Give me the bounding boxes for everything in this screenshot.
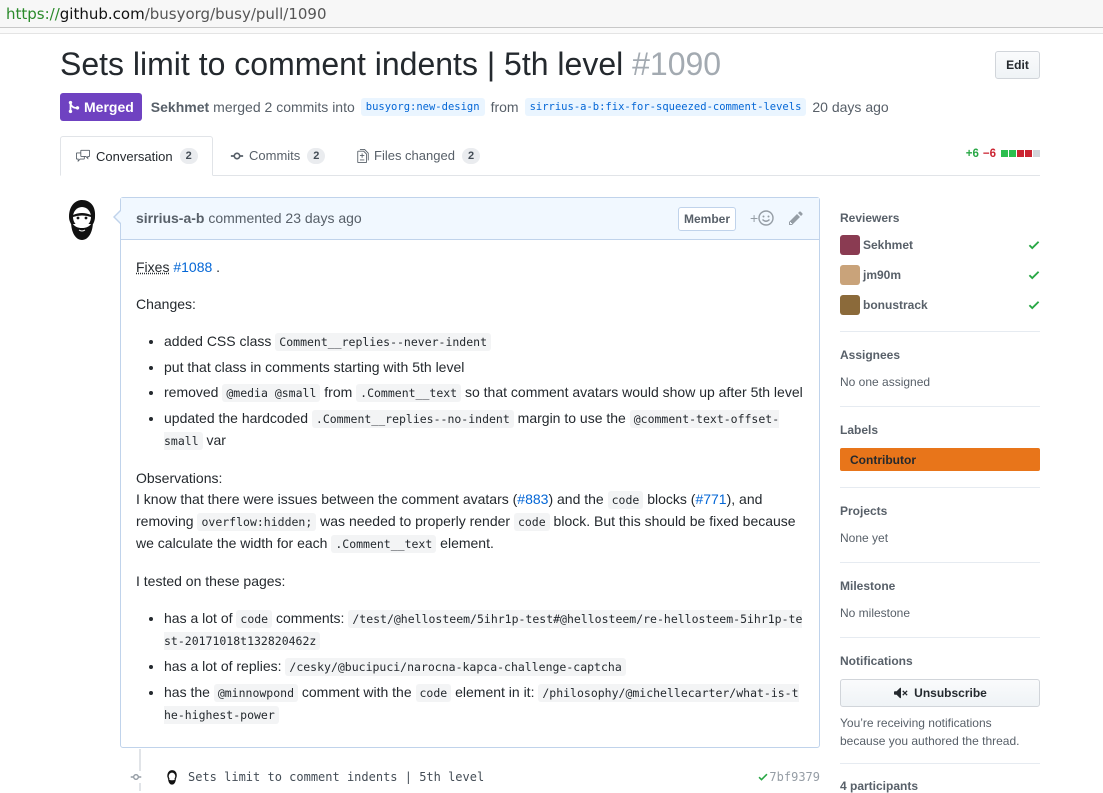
check-icon — [1028, 268, 1040, 282]
diffstat-block — [1033, 150, 1040, 157]
tab-count: 2 — [180, 148, 198, 164]
head-branch[interactable]: sirrius-a-b:fix-for-squeezed-comment-lev… — [525, 98, 807, 116]
tab-commits[interactable]: Commits 2 — [216, 136, 339, 175]
pr-meta: Merged Sekhmet merged 2 commits into bus… — [60, 93, 889, 121]
git-commit-icon — [130, 771, 142, 783]
divider — [840, 637, 1040, 638]
list-item: put that class in comments starting with… — [164, 357, 804, 378]
diffstat-block — [1001, 150, 1008, 157]
edit-button[interactable]: Edit — [995, 51, 1040, 79]
check-icon — [1028, 298, 1040, 312]
commit-message-link[interactable]: Sets limit to comment indents | 5th leve… — [188, 770, 484, 784]
reviewer-item[interactable]: bonustrack — [840, 295, 1040, 315]
commit-author-avatar[interactable] — [164, 768, 180, 786]
notifications-heading: Notifications — [840, 654, 913, 668]
list-item: has the @minnowpond comment with the cod… — [164, 682, 804, 726]
comment-time-link[interactable]: 23 days ago — [285, 210, 361, 226]
changes-heading: Changes: — [136, 294, 804, 315]
member-badge: Member — [678, 207, 736, 231]
tab-files-changed[interactable]: Files changed 2 — [343, 136, 494, 175]
divider — [840, 331, 1040, 332]
comment-box: sirrius-a-b commented 23 days ago Member… — [120, 197, 820, 748]
tested-list: has a lot of code comments: /test/@hello… — [136, 608, 804, 726]
changes-list: added CSS class Comment__replies--never-… — [136, 331, 804, 452]
pr-tabs: Conversation 2 Commits 2 Files changed 2 +6… — [60, 136, 1040, 176]
list-item: updated the hardcoded .Comment__replies-… — [164, 408, 804, 452]
sidebar-reviewers: Reviewers — [840, 211, 1040, 225]
list-item: added CSS class Comment__replies--never-… — [164, 331, 804, 353]
commit-sha-link[interactable]: 7bf9379 — [769, 770, 820, 784]
avatar — [840, 295, 860, 315]
git-merge-icon — [68, 100, 80, 114]
add-reaction-button[interactable]: + — [750, 210, 774, 226]
milestone-heading[interactable]: Milestone — [840, 579, 895, 593]
tab-count: 2 — [462, 148, 480, 164]
divider — [840, 406, 1040, 407]
divider — [840, 562, 1040, 563]
smiley-icon — [758, 210, 774, 226]
issue-link-1088[interactable]: #1088 — [173, 259, 212, 275]
comment-header: sirrius-a-b commented 23 days ago Member… — [121, 198, 819, 240]
check-icon — [757, 771, 769, 783]
comment-body: Fixes #1088 . Changes: added CSS class C… — [121, 240, 819, 726]
merge-time: 20 days ago — [812, 99, 888, 115]
diffstat-block — [1025, 150, 1032, 157]
list-item: removed @media @small from .Comment__tex… — [164, 382, 804, 404]
issue-link-883[interactable]: #883 — [517, 491, 548, 507]
divider — [840, 487, 1040, 488]
timeline-commit: Sets limit to comment indents | 5th leve… — [130, 766, 820, 788]
avatar — [840, 235, 860, 255]
diffstat-blocks — [1000, 148, 1040, 160]
tested-heading: I tested on these pages: — [136, 571, 804, 592]
commenter-avatar[interactable] — [60, 197, 104, 241]
pr-number: #1090 — [632, 46, 721, 82]
avatar — [840, 265, 860, 285]
issue-link-771[interactable]: #771 — [695, 491, 726, 507]
url-text[interactable]: https://github.com/busyorg/busy/pull/109… — [6, 5, 327, 23]
label-contributor[interactable]: Contributor — [840, 448, 1040, 471]
diffstat-block — [1017, 150, 1024, 157]
file-diff-icon — [357, 149, 369, 163]
header-strip — [0, 28, 1103, 34]
comment-discussion-icon — [75, 149, 91, 163]
comment-author-link[interactable]: sirrius-a-b — [136, 210, 204, 226]
list-item: has a lot of code comments: /test/@hello… — [164, 608, 804, 652]
check-icon — [1028, 238, 1040, 252]
base-branch[interactable]: busyorg:new-design — [361, 98, 485, 116]
unsubscribe-button[interactable]: Unsubscribe — [840, 679, 1040, 707]
divider — [840, 763, 1040, 764]
address-bar[interactable]: https://github.com/busyorg/busy/pull/109… — [0, 0, 1103, 28]
tab-count: 2 — [307, 148, 325, 164]
observations: Observations: I know that there were issu… — [136, 468, 804, 555]
diffstat: +6 −6 — [966, 148, 1040, 160]
mute-icon — [893, 686, 909, 700]
diffstat-block — [1009, 150, 1016, 157]
labels-heading[interactable]: Labels — [840, 423, 878, 437]
reviewer-item[interactable]: Sekhmet — [840, 235, 1040, 255]
merged-by-link[interactable]: Sekhmet — [151, 99, 209, 115]
page-title: Sets limit to comment indents | 5th leve… — [60, 46, 721, 83]
merged-badge: Merged — [60, 93, 142, 121]
notification-reason: You’re receiving notifications because yo… — [840, 714, 1019, 750]
assignees-heading[interactable]: Assignees — [840, 348, 900, 362]
list-item: has a lot of replies: /cesky/@bucipuci/n… — [164, 656, 804, 678]
edit-pencil-icon[interactable] — [788, 210, 804, 226]
git-commit-icon — [230, 149, 244, 163]
projects-heading[interactable]: Projects — [840, 504, 887, 518]
reviewer-item[interactable]: jm90m — [840, 265, 1040, 285]
tab-conversation[interactable]: Conversation 2 — [60, 136, 213, 176]
